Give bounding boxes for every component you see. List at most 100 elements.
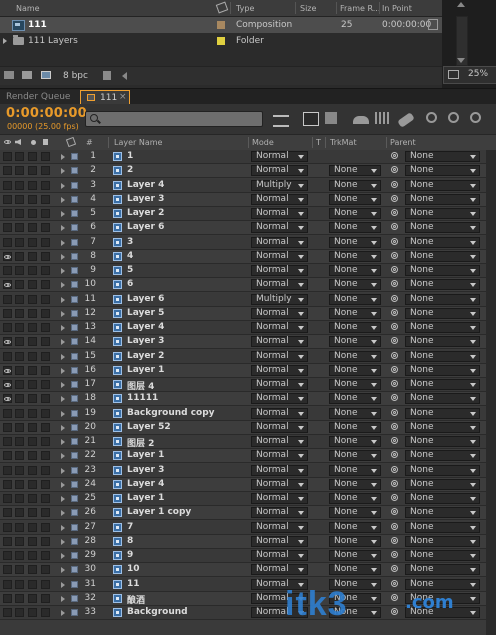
trkmat-dropdown[interactable]: None [329,307,381,319]
layer-row[interactable]: 1 1 Normal None [0,150,496,164]
layer-search-input[interactable] [85,111,263,127]
video-toggle[interactable] [3,223,12,233]
parent-dropdown[interactable]: None [405,193,480,205]
audio-toggle[interactable] [15,465,24,475]
lock-toggle[interactable] [41,479,50,489]
parent-dropdown[interactable]: None [405,464,480,476]
pick-whip-icon[interactable] [391,209,398,216]
layer-row[interactable]: 7 3 Normal None None [0,235,496,250]
layer-name[interactable]: 11 [127,579,140,589]
expand-triangle-icon[interactable] [61,453,65,460]
pick-whip-icon[interactable] [391,337,398,345]
solo-toggle[interactable] [28,593,37,603]
mode-dropdown[interactable]: Normal [251,421,308,433]
lock-toggle[interactable] [41,408,50,418]
parent-dropdown[interactable]: None [405,208,480,219]
solo-toggle[interactable] [28,551,37,560]
parent-dropdown[interactable]: None [405,478,480,490]
audio-toggle[interactable] [15,479,24,489]
trkmat-dropdown[interactable]: None [329,193,381,205]
solo-toggle[interactable] [28,323,37,332]
parent-dropdown[interactable]: None [405,578,480,590]
col-trkmat[interactable]: TrkMat [330,138,357,147]
mode-dropdown[interactable]: Normal [251,436,308,447]
expand-triangle-icon[interactable] [61,382,65,388]
interpret-footage-icon[interactable] [4,71,14,79]
parent-dropdown[interactable]: None [405,250,480,262]
pick-whip-icon[interactable] [391,237,398,245]
audio-toggle[interactable] [15,365,24,375]
label-color-swatch[interactable] [71,609,78,616]
label-color-swatch[interactable] [71,324,78,331]
layer-row[interactable]: 26 Layer 1 copy Normal None None [0,506,496,521]
expand-triangle-icon[interactable] [61,296,65,303]
layer-name[interactable]: 7 [127,522,133,532]
trkmat-dropdown[interactable]: None [329,450,381,462]
mode-dropdown[interactable]: Normal [251,322,308,333]
audio-toggle[interactable] [15,294,24,304]
label-color-swatch[interactable] [71,167,78,175]
lock-toggle[interactable] [41,536,50,546]
lock-toggle[interactable] [41,608,50,617]
label-color-swatch[interactable] [71,480,78,488]
tab-render-queue[interactable]: Render Queue [0,90,80,104]
parent-dropdown[interactable]: None [405,336,480,348]
trkmat-dropdown[interactable]: None [329,250,381,262]
video-toggle[interactable] [3,237,12,247]
pick-whip-icon[interactable] [391,251,398,259]
mode-dropdown[interactable]: Normal [251,393,308,405]
layer-row[interactable]: 14 Layer 3 Normal None None [0,335,496,350]
parent-dropdown[interactable]: None [405,493,480,504]
parent-dropdown[interactable]: None [405,165,480,177]
pick-whip-icon[interactable] [391,266,398,273]
layer-name[interactable]: 图层 4 [127,379,154,392]
parent-dropdown[interactable]: None [405,407,480,419]
trkmat-dropdown[interactable]: None [329,222,381,234]
expand-triangle-icon[interactable] [61,424,65,431]
trkmat-dropdown[interactable]: None [329,407,381,419]
pick-whip-icon[interactable] [391,593,398,601]
expand-triangle-icon[interactable] [61,282,65,289]
expand-triangle-icon[interactable] [61,538,65,545]
trkmat-dropdown[interactable]: None [329,279,381,291]
layer-row[interactable]: 20 Layer 52 Normal None None [0,420,496,435]
label-color-swatch[interactable] [71,366,78,374]
expand-triangle-icon[interactable] [61,239,65,246]
lock-toggle[interactable] [41,422,50,432]
draft-3d-icon[interactable] [303,112,319,126]
solo-icon[interactable] [31,140,36,145]
col-size[interactable]: Size [300,4,316,13]
video-toggle[interactable] [3,337,12,347]
parent-dropdown[interactable]: None [405,364,480,376]
expand-triangle-icon[interactable] [61,524,65,531]
parent-dropdown[interactable]: None [405,421,480,433]
video-toggle[interactable] [3,251,12,261]
brainstorm-icon[interactable] [397,112,415,128]
solo-toggle[interactable] [28,209,37,218]
solo-toggle[interactable] [28,565,37,575]
video-toggle[interactable] [3,394,12,404]
video-toggle[interactable] [3,266,12,275]
pick-whip-icon[interactable] [391,323,398,330]
video-toggle[interactable] [3,308,12,318]
lock-toggle[interactable] [41,180,50,190]
parent-dropdown[interactable]: None [405,293,480,305]
layer-row[interactable]: 29 9 Normal None None [0,549,496,563]
layer-row[interactable]: 31 11 Normal None None [0,577,496,592]
video-toggle[interactable] [3,522,12,532]
label-color-swatch[interactable] [71,381,78,388]
pick-whip-icon[interactable] [391,408,398,416]
solo-toggle[interactable] [28,266,37,275]
audio-toggle[interactable] [15,408,24,418]
video-toggle[interactable] [3,166,12,176]
layer-name[interactable]: 图层 2 [127,436,154,449]
pick-whip-icon[interactable] [391,365,398,373]
solo-toggle[interactable] [28,194,37,204]
parent-dropdown[interactable]: None [405,379,480,390]
layer-name[interactable]: Layer 4 [127,479,164,489]
layer-name[interactable]: Layer 3 [127,336,164,346]
audio-toggle[interactable] [15,194,24,204]
solo-toggle[interactable] [28,508,37,518]
parent-dropdown[interactable]: None [405,393,480,405]
video-toggle[interactable] [3,380,12,389]
